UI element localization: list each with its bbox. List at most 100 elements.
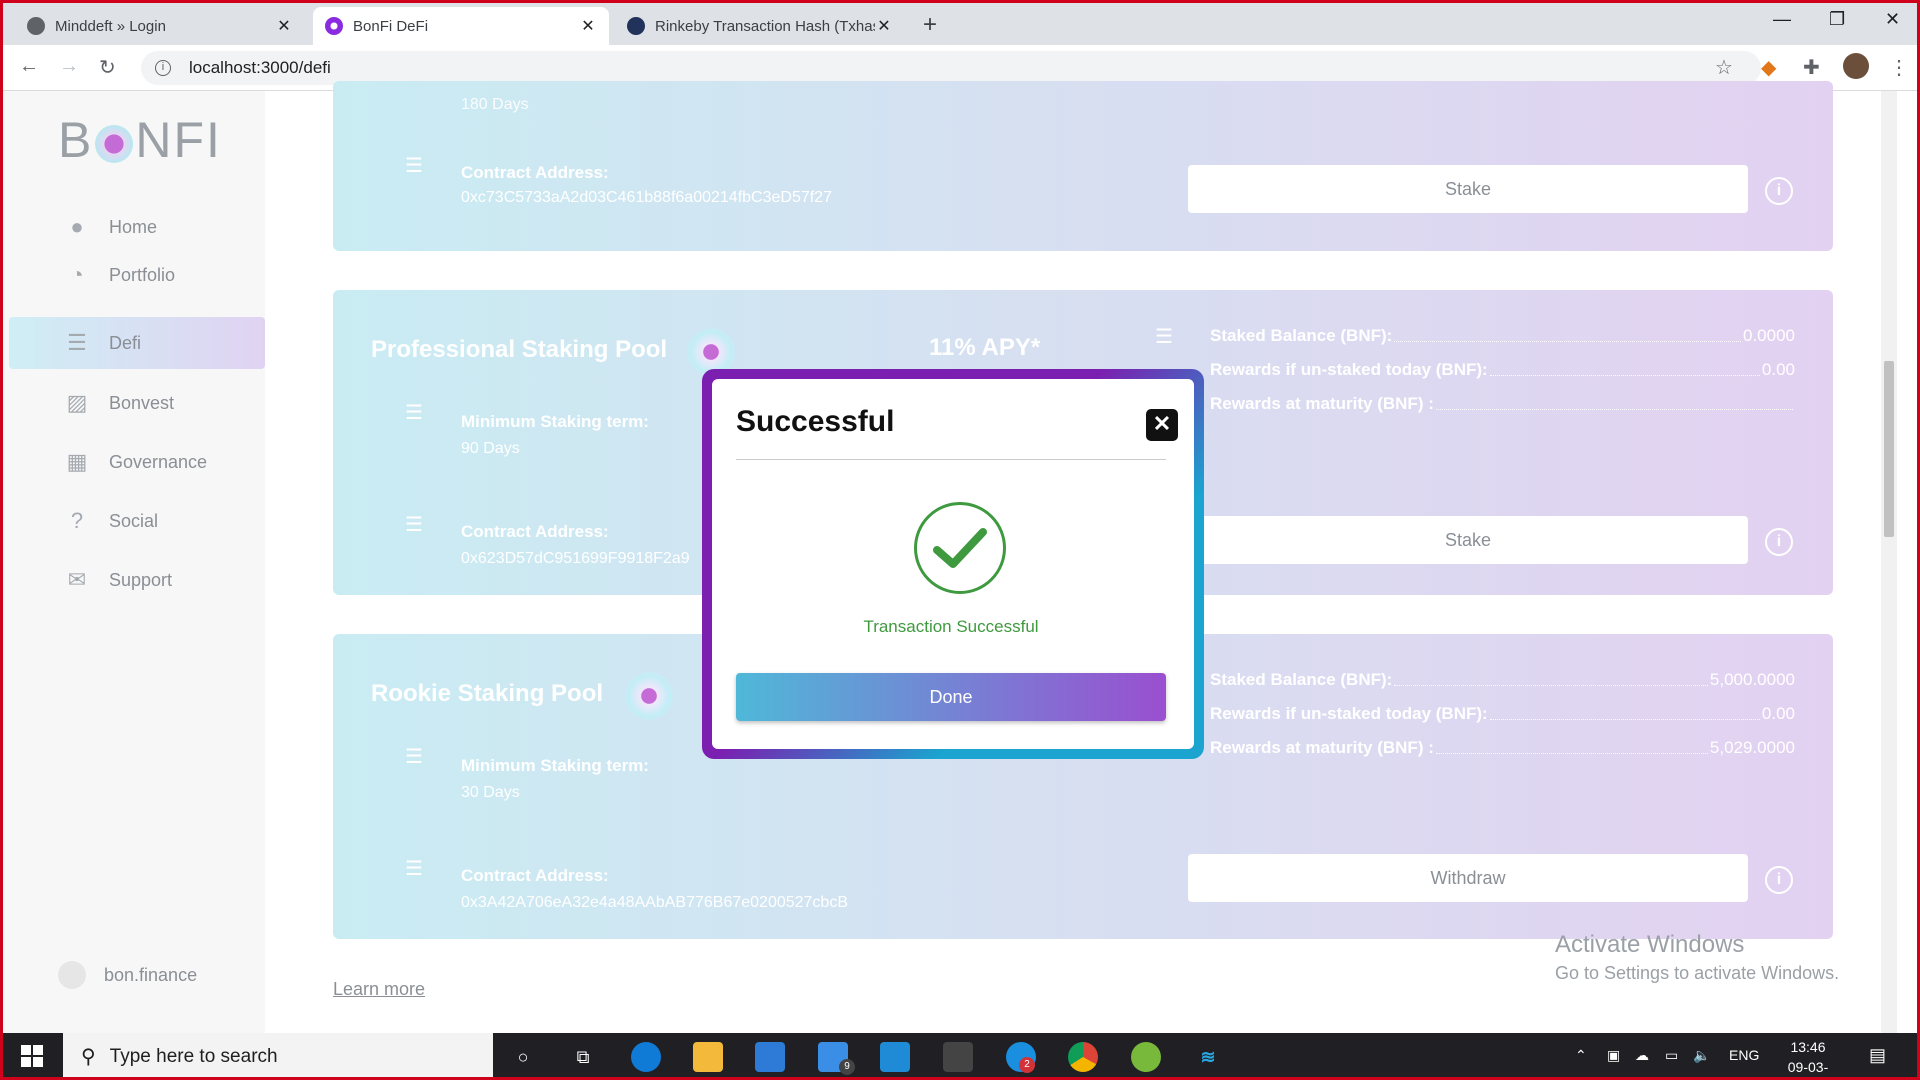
close-tab-icon[interactable]: ✕ [275, 16, 293, 36]
staked-balance-row: Staked Balance (BNF): 5,000.0000 [1210, 670, 1795, 690]
taskbar-search-box[interactable]: ⚲ Type here to search [63, 1033, 493, 1077]
menu-kebab-icon[interactable]: ⋮ [1889, 55, 1909, 80]
forward-icon[interactable]: → [59, 55, 79, 78]
grid-icon: ▦ [66, 449, 88, 474]
volume-icon[interactable]: 🔈 [1693, 1047, 1710, 1064]
windows-start-icon[interactable] [21, 1045, 43, 1067]
contract-label: Contract Address: [461, 163, 609, 182]
info-icon[interactable]: i [1765, 866, 1793, 894]
sidebar-item-bonvest[interactable]: ▨ Bonvest [3, 377, 265, 429]
close-window-icon[interactable]: ✕ [1885, 9, 1900, 30]
taskbar-clock[interactable]: 13:46 09-03-2021 [1773, 1037, 1843, 1077]
close-icon[interactable]: ✕ [1146, 409, 1178, 441]
checkmark-icon [914, 502, 1006, 594]
cortana-icon[interactable]: ○ [508, 1042, 538, 1072]
battery-icon[interactable]: ▭ [1665, 1047, 1678, 1064]
close-tab-icon[interactable]: ✕ [875, 16, 893, 36]
close-tab-icon[interactable]: ✕ [579, 16, 597, 36]
clock-date: 09-03-2021 [1787, 1059, 1829, 1075]
bonfi-logo[interactable]: B NFI [58, 111, 222, 169]
globe-icon [27, 17, 45, 35]
address-bar[interactable]: i localhost:3000/defi [141, 51, 1761, 85]
task-view-icon[interactable]: ⧉ [568, 1042, 598, 1072]
sidebar-item-label: Governance [109, 451, 208, 472]
maturity-value: 5,029.0000 [1709, 738, 1795, 757]
minimize-icon[interactable]: — [1773, 9, 1791, 30]
video-editor-icon[interactable] [943, 1042, 973, 1072]
stake-button[interactable]: Stake [1188, 165, 1748, 213]
withdraw-button[interactable]: Withdraw [1188, 854, 1748, 902]
question-icon: ? [70, 508, 84, 533]
activate-windows-watermark: Activate Windows [1555, 931, 1745, 958]
onedrive-icon[interactable]: ☁ [1635, 1047, 1649, 1064]
new-tab-icon[interactable]: + [923, 11, 937, 39]
edge-icon[interactable] [631, 1042, 661, 1072]
contract-label: Contract Address: [461, 866, 609, 885]
back-icon[interactable]: ← [19, 55, 39, 78]
tab-title: Rinkeby Transaction Hash (Txhash [655, 17, 875, 35]
tab-bonfi[interactable]: BonFi DeFi ✕ [313, 7, 609, 45]
vscode-icon[interactable] [880, 1042, 910, 1072]
sidebar-item-governance[interactable]: ▦ Governance [3, 436, 265, 488]
info-icon[interactable]: i [1765, 528, 1793, 556]
browser-tab-strip: Minddeft » Login ✕ BonFi DeFi ✕ Rinkeby … [3, 3, 1917, 45]
bonfi-coin-icon [58, 961, 86, 989]
tab-title: BonFi DeFi [353, 17, 429, 35]
modal-divider [736, 459, 1166, 460]
contract-address: 0xc73C5733aA2d03C461b88f6a00214fbC3eD57f… [461, 189, 832, 206]
reload-icon[interactable]: ↻ [99, 55, 116, 80]
learn-more-link[interactable]: Learn more [333, 979, 425, 1000]
screen: Minddeft » Login ✕ BonFi DeFi ✕ Rinkeby … [0, 0, 1920, 1080]
sidebar-item-label: Social [109, 510, 159, 531]
tab-minddeft[interactable]: Minddeft » Login ✕ [15, 7, 305, 45]
sidebar-item-support[interactable]: ✉ Support [3, 554, 265, 606]
sidebar-item-label: Support [109, 569, 173, 590]
stats-app-icon[interactable]: ≋ [1193, 1042, 1223, 1072]
sidebar-item-portfolio[interactable]: ◔ Portfolio [3, 249, 265, 301]
unstaked-value: 0.00 [1761, 704, 1795, 723]
hamburger-icon: ☰ [405, 402, 423, 424]
meet-now-icon[interactable]: ▣ [1607, 1047, 1620, 1064]
unstaked-value: 0.00 [1761, 360, 1795, 379]
utorrent-icon[interactable] [1131, 1042, 1161, 1072]
metamask-icon[interactable]: ◆ [1761, 55, 1776, 80]
staked-label: Staked Balance (BNF): [1210, 670, 1393, 689]
list-icon: ☰ [67, 330, 87, 355]
tab-rinkeby[interactable]: Rinkeby Transaction Hash (Txhash ✕ [615, 7, 905, 45]
url-text: localhost:3000/defi [189, 58, 331, 77]
footer-text: bon.finance [104, 964, 198, 985]
sidebar-item-defi[interactable]: ☰ Defi [9, 317, 265, 369]
user-icon: ● [70, 214, 84, 239]
unstaked-label: Rewards if un-staked today (BNF): [1210, 360, 1488, 379]
stake-button[interactable]: Stake [1188, 516, 1748, 564]
contract-label: Contract Address: [461, 522, 609, 541]
info-icon[interactable]: i [1765, 177, 1793, 205]
store-icon[interactable] [755, 1042, 785, 1072]
page-scrollbar[interactable] [1881, 91, 1897, 1033]
sidebar-item-social[interactable]: ? Social [3, 495, 265, 547]
tray-chevron-icon[interactable]: ⌃ [1575, 1047, 1587, 1064]
chat-icon: ✉ [67, 567, 87, 592]
bonfi-footer-link[interactable]: bon.finance [58, 961, 197, 989]
pie-chart-icon: ◔ [70, 262, 84, 287]
chrome-icon[interactable] [1068, 1042, 1098, 1072]
bookmark-star-icon[interactable]: ☆ [1715, 55, 1733, 80]
scrollbar-thumb[interactable] [1884, 361, 1894, 537]
restore-icon[interactable]: ❐ [1829, 9, 1845, 30]
logo-coin-icon [95, 124, 134, 163]
windows-taskbar: ⚲ Type here to search ○ ⧉ 9 2 ≋ ⌃ ▣ ☁ ▭ … [3, 1033, 1917, 1077]
site-info-icon[interactable]: i [155, 60, 171, 76]
success-modal-frame: Successful ✕ Transaction Successful Done [702, 369, 1204, 759]
notifications-icon[interactable]: ▤ [1869, 1045, 1886, 1066]
success-message: Transaction Successful [863, 617, 1039, 636]
file-explorer-icon[interactable] [693, 1042, 723, 1072]
unstaked-rewards-row: Rewards if un-staked today (BNF): 0.00 [1210, 704, 1795, 724]
term-label: Minimum Staking term: [461, 756, 649, 775]
staked-value: 0.0000 [1743, 326, 1795, 345]
extensions-puzzle-icon[interactable]: ✚ [1803, 55, 1820, 80]
sidebar-item-home[interactable]: ● Home [3, 201, 265, 253]
language-indicator[interactable]: ENG [1729, 1047, 1759, 1063]
unstaked-rewards-row: Rewards if un-staked today (BNF): 0.00 [1210, 360, 1795, 380]
done-button[interactable]: Done [736, 673, 1166, 721]
profile-avatar[interactable] [1843, 53, 1869, 79]
